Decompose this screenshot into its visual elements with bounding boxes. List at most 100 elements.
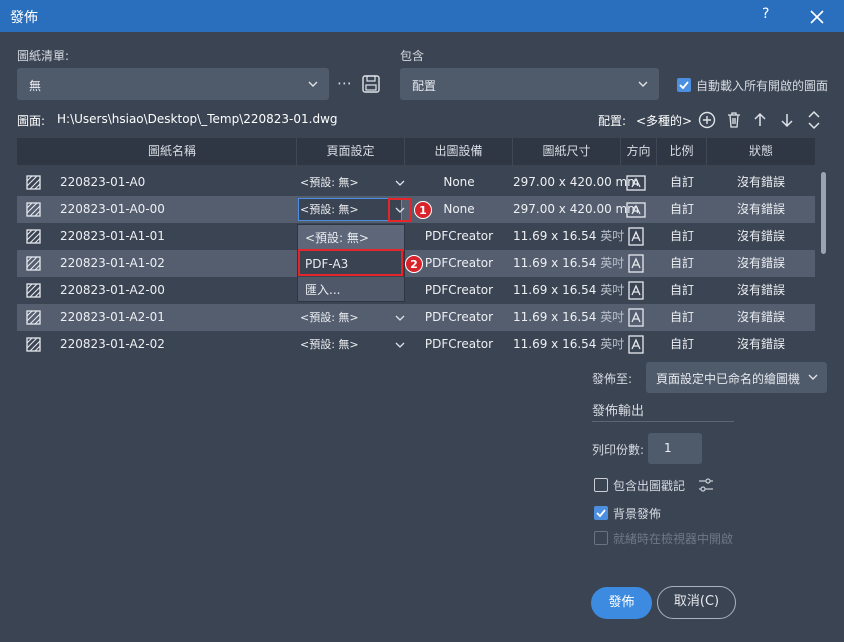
- status: 沒有錯誤: [736, 310, 785, 324]
- copies-input[interactable]: 1: [648, 433, 702, 464]
- dropdown-option-default[interactable]: <預設: 無>: [298, 225, 404, 251]
- scale: 自訂: [669, 175, 694, 189]
- publish-to-label: 發佈至:: [592, 372, 633, 386]
- scale: 自訂: [669, 256, 694, 270]
- paper-size: 11.69 x 16.54 英吋: [513, 277, 625, 304]
- settings-sliders-icon[interactable]: [697, 476, 715, 494]
- page-setup-value[interactable]: <預設: 無>: [300, 331, 359, 358]
- include-select[interactable]: 配置: [400, 68, 659, 100]
- drawing-path: H:\Users\hsiao\Desktop\_Temp\220823-01.d…: [57, 112, 338, 126]
- window-title: 發佈: [10, 10, 38, 26]
- sheet-name: 220823-01-A2-00: [60, 283, 165, 297]
- scrollbar-thumb[interactable]: [821, 172, 826, 254]
- sheet-icon: [26, 310, 41, 325]
- col-orientation[interactable]: 方向: [621, 138, 657, 165]
- sheet-name: 220823-01-A0: [60, 175, 146, 189]
- size-value: 11.69 x 16.54: [513, 256, 597, 270]
- auto-load-checkbox[interactable]: [677, 78, 691, 92]
- size-unit: 英吋: [600, 337, 625, 351]
- delete-icon[interactable]: [724, 110, 744, 130]
- check-icon: [679, 81, 689, 90]
- close-icon[interactable]: [806, 6, 828, 28]
- background-publish-checkbox[interactable]: [594, 506, 608, 520]
- sort-icon[interactable]: [804, 110, 824, 130]
- open-viewer-checkbox: [594, 531, 608, 545]
- step-badge-2: 2: [405, 255, 423, 273]
- status: 沒有錯誤: [736, 175, 785, 189]
- title-bar: 發佈 ?: [0, 0, 844, 32]
- check-icon: [596, 509, 606, 518]
- include-stamp-label: 包含出圖戳記: [613, 479, 686, 493]
- landscape-icon: [626, 202, 646, 218]
- table-scrollbar[interactable]: [819, 168, 827, 354]
- plot-device: PDFCreator: [424, 337, 494, 351]
- scale: 自訂: [669, 202, 694, 216]
- plot-device: PDFCreator: [424, 310, 494, 324]
- page-setup-value[interactable]: <預設: 無>: [300, 169, 359, 196]
- include-stamp-checkbox[interactable]: [594, 478, 608, 492]
- layout-value: <多種的>: [636, 114, 693, 128]
- size-unit: 英吋: [600, 283, 625, 297]
- sheet-name: 220823-01-A1-02: [60, 256, 165, 270]
- col-page-setup[interactable]: 頁面設定: [297, 138, 405, 165]
- status: 沒有錯誤: [736, 229, 785, 243]
- help-button[interactable]: ?: [762, 6, 769, 22]
- sheet-icon: [26, 337, 41, 352]
- cancel-button[interactable]: 取消(C): [657, 586, 736, 619]
- sheet-name: 220823-01-A2-02: [60, 337, 165, 351]
- col-sheet-name[interactable]: 圖紙名稱: [48, 138, 297, 165]
- table-row[interactable]: 220823-01-A1-01 PDFCreator 11.69 x 16.54…: [17, 223, 815, 250]
- col-scale[interactable]: 比例: [657, 138, 707, 165]
- layout-label: 配置:: [598, 114, 627, 128]
- scale: 自訂: [669, 229, 694, 243]
- background-publish-label: 背景發佈: [613, 507, 662, 521]
- sheet-list-label: 圖紙清單:: [17, 49, 70, 63]
- publish-output-heading: 發佈輸出: [592, 404, 645, 419]
- arrow-down-icon[interactable]: [777, 110, 797, 130]
- chevron-down-icon: [808, 374, 818, 380]
- chevron-down-icon: [308, 81, 318, 87]
- plot-device: PDFCreator: [424, 283, 494, 297]
- col-paper-size[interactable]: 圖紙尺寸: [513, 138, 621, 165]
- sheet-icon: [26, 175, 41, 190]
- more-options-button[interactable]: ⋯: [337, 74, 352, 92]
- publish-button[interactable]: 發佈: [591, 587, 652, 619]
- copies-label: 列印份數:: [592, 443, 645, 457]
- scale: 自訂: [669, 283, 694, 297]
- page-setup-value[interactable]: <預設: 無>: [300, 304, 359, 331]
- sheet-icon: [26, 256, 41, 271]
- col-plot-device[interactable]: 出圖設備: [405, 138, 513, 165]
- save-icon[interactable]: [361, 74, 381, 94]
- table-row[interactable]: 220823-01-A2-00 PDFCreator 11.69 x 16.54…: [17, 277, 815, 304]
- portrait-icon: [628, 281, 644, 300]
- portrait-icon: [628, 335, 644, 354]
- paper-size: 297.00 x 420.00 mm: [513, 202, 639, 216]
- size-unit: 英吋: [600, 256, 625, 270]
- chevron-down-icon: [638, 81, 648, 87]
- sheet-list-select[interactable]: 無: [17, 68, 329, 100]
- sheet-name: 220823-01-A0-00: [60, 202, 165, 216]
- sheet-icon: [26, 283, 41, 298]
- highlight-box-chevron: [388, 198, 411, 222]
- section-divider: [592, 421, 734, 422]
- copies-value: 1: [664, 441, 672, 455]
- highlight-box-pdf-a3: [298, 249, 403, 276]
- include-label: 包含: [400, 49, 425, 63]
- status: 沒有錯誤: [736, 202, 785, 216]
- paper-size: 11.69 x 16.54 英吋: [513, 250, 625, 277]
- include-value: 配置: [412, 79, 437, 93]
- plot-device: PDFCreator: [424, 229, 494, 243]
- col-status[interactable]: 狀態: [707, 138, 815, 165]
- portrait-icon: [628, 254, 644, 273]
- table-row[interactable]: 220823-01-A2-01 <預設: 無> PDFCreator 11.69…: [17, 304, 815, 331]
- publish-to-select[interactable]: 頁面設定中已命名的繪圖機: [646, 362, 827, 393]
- plot-device: None: [443, 175, 475, 189]
- arrow-up-icon[interactable]: [750, 110, 770, 130]
- table-row[interactable]: 220823-01-A2-02 <預設: 無> PDFCreator 11.69…: [17, 331, 815, 358]
- sheet-icon: [26, 202, 41, 217]
- table-row[interactable]: 220823-01-A0 <預設: 無> None 297.00 x 420.0…: [17, 169, 815, 196]
- add-sheet-icon[interactable]: [697, 110, 717, 130]
- dropdown-option-import[interactable]: 匯入...: [298, 277, 404, 303]
- sheets-table: 圖紙名稱 頁面設定 出圖設備 圖紙尺寸 方向 比例 狀態 220823-01-A…: [17, 138, 815, 356]
- scale: 自訂: [669, 310, 694, 324]
